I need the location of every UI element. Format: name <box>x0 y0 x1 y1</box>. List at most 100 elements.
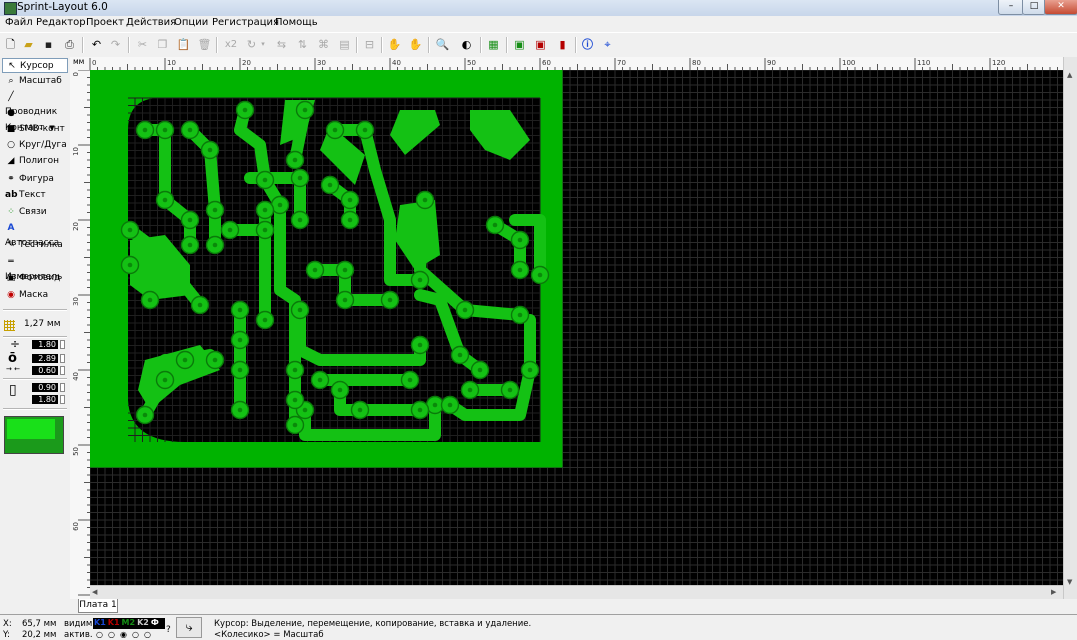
scroll-left-icon[interactable]: ◀ <box>92 588 97 596</box>
align-icon[interactable]: ⊟ <box>362 37 377 52</box>
pcb-drawing[interactable] <box>90 70 1063 585</box>
tool-connections[interactable]: ⁘ Связи <box>2 205 68 220</box>
component-library-icon[interactable]: ▦ <box>486 37 501 52</box>
tool-autoroute[interactable]: AАвтотрасса <box>2 221 68 248</box>
pad-hole <box>297 307 303 313</box>
redo-icon[interactable]: ↷ <box>108 37 123 52</box>
minimize-button[interactable]: – <box>998 0 1024 15</box>
tool-mask[interactable]: ◉ Маска <box>2 288 68 303</box>
help-question-icon[interactable]: ? <box>166 625 171 635</box>
tool-smd-pad[interactable]: ■ SMD-конт <box>2 122 68 137</box>
track-width-spinner[interactable] <box>60 340 65 349</box>
layer-toggle-k2[interactable]: K2 <box>136 618 150 628</box>
tool-track[interactable]: ╱Проводник <box>2 90 68 117</box>
pad-hole <box>297 175 303 181</box>
duplicate-x2-button[interactable]: x2 <box>222 37 240 52</box>
tool-measure[interactable]: ═Измеритель <box>2 255 68 282</box>
autoroute-icon: A <box>7 223 15 233</box>
info-icon[interactable]: ⓘ <box>580 37 595 52</box>
unlock-icon[interactable]: ✋ <box>408 37 423 52</box>
pad-outer-field[interactable]: 2.89 <box>32 354 58 363</box>
menu-help[interactable]: Помощь <box>275 17 318 28</box>
rotate-icon[interactable]: ↻ <box>244 37 259 52</box>
scroll-up-icon[interactable]: ▲ <box>1067 71 1072 79</box>
pad-hole <box>407 377 413 383</box>
track-width-field[interactable]: 1.80 <box>32 340 58 349</box>
layer-toggle-k1-second[interactable]: K1 <box>107 618 121 628</box>
active-radio-1[interactable]: ○ <box>96 630 108 639</box>
layer-toggle-k1[interactable]: K1 <box>93 618 107 628</box>
grid-setting[interactable]: 1,27 мм <box>4 319 68 333</box>
menu-file[interactable]: Файл <box>5 17 33 28</box>
tool-cursor[interactable]: ↖ Курсор <box>2 58 68 73</box>
cut-icon[interactable]: ✂ <box>135 37 150 52</box>
tool-photoview[interactable]: ▣ Фотовид <box>2 271 68 286</box>
print-icon[interactable]: ⎙ <box>62 37 77 52</box>
vertical-scrollbar[interactable]: ▲ ▼ <box>1063 57 1077 599</box>
layer-toggle-f[interactable]: Ф <box>150 618 160 628</box>
pad-hole <box>312 267 318 273</box>
tool-circle[interactable]: ○ Круг/Дуга <box>2 138 68 153</box>
rotate-dropdown-icon[interactable]: ▾ <box>259 37 267 52</box>
new-file-icon[interactable]: 🗋 <box>3 37 18 52</box>
paste-icon[interactable]: 📋 <box>176 37 191 52</box>
tool-text[interactable]: abТекст <box>2 188 68 203</box>
tool-tester[interactable]: ✎ Тестилка <box>2 238 68 253</box>
open-folder-icon[interactable]: ▰ <box>21 37 36 52</box>
contrast-icon[interactable]: ◐ <box>459 37 474 52</box>
layer-color-swatch[interactable] <box>4 416 64 454</box>
delete-icon[interactable]: 🗑 <box>197 37 212 52</box>
layer-toggle-m2[interactable]: M2 <box>121 618 137 628</box>
active-radio-3[interactable]: ◉ <box>120 630 132 639</box>
drc-report-icon[interactable]: ▣ <box>533 37 548 52</box>
active-radio-4[interactable]: ○ <box>132 630 144 639</box>
tool-pad[interactable]: ●Контакт ▼ <box>2 106 68 133</box>
pad-outer-spinner[interactable] <box>60 354 65 363</box>
ungroup-icon[interactable]: ▤ <box>337 37 352 52</box>
mirror-horizontal-icon[interactable]: ⇆ <box>274 37 289 52</box>
track-icon: ╱ <box>8 92 14 102</box>
ruler-label: 50 <box>467 59 476 67</box>
pad-icon: ● <box>7 108 15 118</box>
ruler-label: 70 <box>617 59 626 67</box>
maximize-button[interactable]: □ <box>1022 0 1046 15</box>
smd-height-spinner[interactable] <box>60 395 65 404</box>
pad-hole <box>457 352 463 358</box>
horizontal-scrollbar[interactable]: ◀ ▶ <box>90 585 1063 600</box>
menu-registration[interactable]: Регистрация <box>212 17 279 28</box>
group-icon[interactable]: ⌘ <box>316 37 331 52</box>
menu-editor[interactable]: Редактор <box>36 17 86 28</box>
tab-board-1[interactable]: Плата 1 <box>78 599 118 613</box>
tool-zoom[interactable]: ⌕ Масштаб <box>2 74 68 89</box>
scroll-down-icon[interactable]: ▼ <box>1067 578 1072 586</box>
scroll-right-icon[interactable]: ▶ <box>1051 588 1056 596</box>
smd-height-field[interactable]: 1.80 <box>32 395 58 404</box>
pad-hole <box>507 387 513 393</box>
smd-width-field[interactable]: 0.90 <box>32 383 58 392</box>
smd-width-spinner[interactable] <box>60 383 65 392</box>
export-icon[interactable]: ▮ <box>555 37 570 52</box>
layer-toggles: K1 K1 M2 K2 Ф <box>93 618 165 629</box>
active-layer-radios: ○○◉○○ <box>96 630 156 639</box>
zoom-icon[interactable]: 🔍 <box>435 37 450 52</box>
undo-icon[interactable]: ↶ <box>89 37 104 52</box>
menu-actions[interactable]: Действия <box>126 17 176 28</box>
menu-project[interactable]: Проект <box>86 17 124 28</box>
menu-options[interactable]: Опции <box>174 17 208 28</box>
mask-icon: ◉ <box>7 290 15 300</box>
save-icon[interactable]: ▪ <box>41 37 56 52</box>
pcb-canvas[interactable] <box>90 70 1063 585</box>
drc-check-icon[interactable]: ▣ <box>512 37 527 52</box>
copy-icon[interactable]: ❐ <box>155 37 170 52</box>
lock-icon[interactable]: ✋ <box>387 37 402 52</box>
settings-icon[interactable]: ⌖ <box>600 37 615 52</box>
close-button[interactable]: ✕ <box>1044 0 1077 15</box>
tool-shape[interactable]: ⚭ Фигура <box>2 172 68 187</box>
pad-size-icon: ō <box>8 351 17 366</box>
pad-inner-spinner[interactable] <box>60 366 65 375</box>
mirror-vertical-icon[interactable]: ⇅ <box>295 37 310 52</box>
active-radio-5[interactable]: ○ <box>144 630 156 639</box>
pad-inner-field[interactable]: 0.60 <box>32 366 58 375</box>
tool-polygon[interactable]: ◢ Полигон <box>2 154 68 169</box>
active-radio-2[interactable]: ○ <box>108 630 120 639</box>
